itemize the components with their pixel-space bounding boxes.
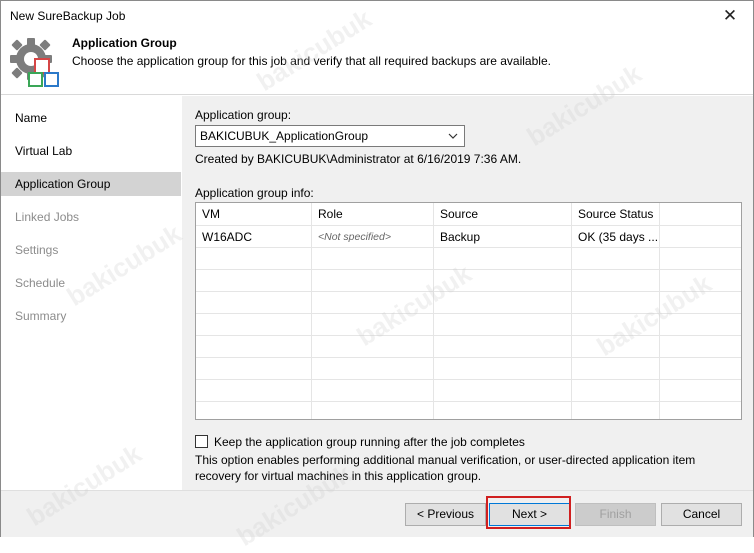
step-virtual-lab[interactable]: Virtual Lab — [1, 139, 181, 163]
window-title: New SureBackup Job — [10, 9, 126, 23]
empty-row — [196, 358, 741, 380]
content-panel: Application group: BAKICUBUK_Application… — [182, 96, 753, 490]
app-group-label: Application group: — [195, 108, 292, 122]
option-description-line1: This option enables performing additiona… — [195, 453, 696, 467]
page-description: Choose the application group for this jo… — [72, 54, 551, 68]
page-title: Application Group — [72, 36, 177, 50]
empty-row — [196, 270, 741, 292]
empty-row — [196, 336, 741, 358]
column-header-vm[interactable]: VM — [196, 203, 312, 225]
step-linked-jobs: Linked Jobs — [15, 210, 80, 224]
previous-button[interactable]: < Previous — [405, 503, 486, 526]
step-application-group[interactable]: Application Group — [1, 172, 181, 196]
new-surebackup-job-window: New SureBackup Job ✕ Application Group C… — [0, 0, 754, 537]
gear-icon — [7, 35, 63, 91]
column-header-source-status[interactable]: Source Status — [572, 203, 660, 225]
step-name[interactable]: Name — [1, 106, 181, 130]
cell-role: <Not specified> — [312, 226, 434, 247]
step-settings: Settings — [15, 243, 59, 257]
finish-button: Finish — [575, 503, 656, 526]
keep-running-checkbox[interactable] — [195, 435, 208, 448]
column-header-source[interactable]: Source — [434, 203, 572, 225]
cell-source: Backup — [434, 226, 572, 247]
cancel-button[interactable]: Cancel — [661, 503, 742, 526]
cell-vm: W16ADC — [196, 226, 312, 247]
step-schedule: Schedule — [15, 276, 66, 290]
keep-running-label[interactable]: Keep the application group running after… — [214, 435, 525, 449]
empty-row — [196, 292, 741, 314]
wizard-steps: Name Virtual Lab Application Group Linke… — [1, 96, 181, 490]
table-row[interactable]: W16ADC <Not specified> Backup OK (35 day… — [196, 226, 741, 248]
empty-row — [196, 380, 741, 402]
column-header-role[interactable]: Role — [312, 203, 434, 225]
chevron-down-icon[interactable] — [447, 126, 459, 146]
cell-empty — [660, 226, 741, 247]
app-group-info-table[interactable]: VM Role Source Source Status W16ADC <Not… — [195, 202, 742, 420]
close-icon[interactable]: ✕ — [707, 1, 753, 31]
created-by-text: Created by BAKICUBUK\Administrator at 6/… — [195, 152, 522, 166]
empty-row — [196, 248, 741, 270]
empty-row — [196, 314, 741, 336]
wizard-header: Application Group Choose the application… — [1, 31, 753, 95]
button-bar: < Previous Next > Finish Cancel — [1, 490, 753, 537]
option-description-line2: recovery for virtual machines in this ap… — [195, 469, 482, 483]
app-group-info-label: Application group info: — [195, 186, 314, 200]
cell-source-status: OK (35 days ... — [572, 226, 660, 247]
empty-row — [196, 402, 741, 419]
title-bar: New SureBackup Job ✕ — [1, 1, 753, 31]
app-group-select[interactable]: BAKICUBUK_ApplicationGroup — [195, 125, 465, 147]
step-summary: Summary — [15, 309, 67, 323]
table-header: VM Role Source Source Status — [196, 203, 741, 226]
column-header-empty — [660, 203, 741, 225]
next-button[interactable]: Next > — [489, 503, 570, 526]
app-group-value: BAKICUBUK_ApplicationGroup — [200, 129, 369, 143]
